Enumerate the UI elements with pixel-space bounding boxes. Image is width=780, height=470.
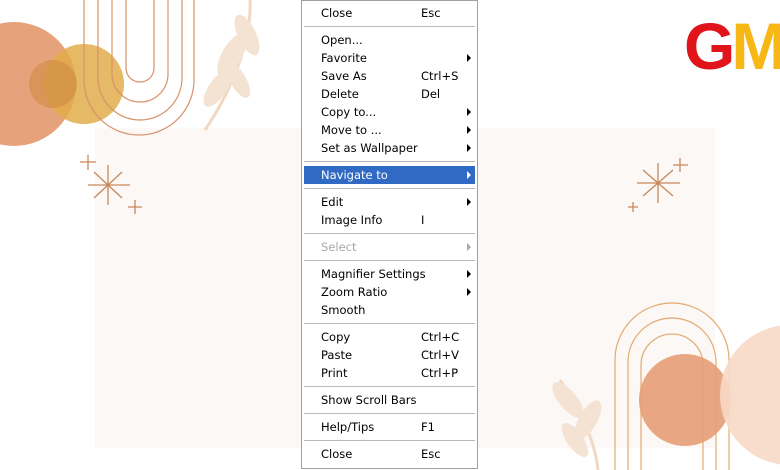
- decor-circle-bottom: [639, 354, 731, 446]
- menu-item-label: Image Info: [321, 213, 383, 227]
- submenu-arrow-icon: [467, 171, 471, 179]
- menu-item-shortcut: Esc: [421, 6, 441, 20]
- menu-item-open[interactable]: Open...: [302, 31, 477, 49]
- menu-item-close[interactable]: Close Esc: [302, 445, 477, 463]
- menu-item-edit[interactable]: Edit: [302, 193, 477, 211]
- menu-separator: [302, 157, 477, 166]
- menu-separator: [302, 382, 477, 391]
- menu-item-label: Select: [321, 240, 357, 254]
- menu-item-label: Move to ...: [321, 123, 382, 137]
- menu-item-label: Close: [321, 447, 353, 461]
- menu-item-smooth[interactable]: Smooth: [302, 301, 477, 319]
- menu-item-zoom-ratio[interactable]: Zoom Ratio: [302, 283, 477, 301]
- menu-item-shortcut: Ctrl+S: [421, 69, 459, 83]
- menu-item-move-to[interactable]: Move to ...: [302, 121, 477, 139]
- menu-item-show-scroll-bars[interactable]: Show Scroll Bars: [302, 391, 477, 409]
- menu-item-label: Edit: [321, 195, 344, 209]
- brand-logo: GM: [684, 14, 780, 78]
- submenu-arrow-icon: [467, 198, 471, 206]
- menu-item-label: Set as Wallpaper: [321, 141, 418, 155]
- menu-separator: [302, 319, 477, 328]
- menu-item-shortcut: Ctrl+P: [421, 366, 459, 380]
- menu-item-label: Show Scroll Bars: [321, 393, 417, 407]
- submenu-arrow-icon: [467, 288, 471, 296]
- menu-separator: [302, 256, 477, 265]
- menu-item-label: Magnifier Settings: [321, 267, 426, 281]
- menu-item-magnifier-settings[interactable]: Magnifier Settings: [302, 265, 477, 283]
- menu-item-label: Close: [321, 6, 353, 20]
- menu-item-paste[interactable]: Paste Ctrl+V: [302, 346, 477, 364]
- menu-separator: [302, 229, 477, 238]
- menu-item-help-tips[interactable]: Help/Tips F1: [302, 418, 477, 436]
- menu-item-navigate-to[interactable]: Navigate to: [304, 166, 475, 184]
- menu-item-shortcut: F1: [421, 420, 435, 434]
- menu-separator: [302, 184, 477, 193]
- menu-item-label: Save As: [321, 69, 367, 83]
- submenu-arrow-icon: [467, 270, 471, 278]
- menu-item-label: Favorite: [321, 51, 367, 65]
- menu-item-label: Zoom Ratio: [321, 285, 388, 299]
- menu-item-copy[interactable]: Copy Ctrl+C: [302, 328, 477, 346]
- menu-item-select: Select: [302, 238, 477, 256]
- menu-item-shortcut: Ctrl+V: [421, 348, 459, 362]
- submenu-arrow-icon: [467, 54, 471, 62]
- menu-item-label: Copy to...: [321, 105, 377, 119]
- menu-item-label: Help/Tips: [321, 420, 375, 434]
- menu-item-print[interactable]: Print Ctrl+P: [302, 364, 477, 382]
- menu-separator: [302, 436, 477, 445]
- decor-circle-overlap: [29, 60, 77, 108]
- menu-separator: [302, 22, 477, 31]
- submenu-arrow-icon: [467, 126, 471, 134]
- menu-item-label: Paste: [321, 348, 353, 362]
- menu-item-set-as-wallpaper[interactable]: Set as Wallpaper: [302, 139, 477, 157]
- menu-item-label: Delete: [321, 87, 359, 101]
- menu-item-shortcut: I: [421, 213, 425, 227]
- menu-item-label: Copy: [321, 330, 351, 344]
- logo-letter-m: M: [731, 14, 780, 78]
- menu-item-shortcut: Esc: [421, 447, 441, 461]
- context-menu: Close Esc Open... Favorite Save As Ctrl+S Dele…: [301, 0, 478, 469]
- menu-item-image-info[interactable]: Image Info I: [302, 211, 477, 229]
- submenu-arrow-icon: [467, 243, 471, 251]
- menu-item-close[interactable]: Close Esc: [302, 4, 477, 22]
- menu-item-label: Smooth: [321, 303, 366, 317]
- logo-letter-g: G: [684, 14, 735, 78]
- menu-item-label: Navigate to: [321, 168, 388, 182]
- menu-item-save-as[interactable]: Save As Ctrl+S: [302, 67, 477, 85]
- menu-separator: [302, 409, 477, 418]
- menu-item-shortcut: Del: [421, 87, 441, 101]
- submenu-arrow-icon: [467, 144, 471, 152]
- menu-item-copy-to[interactable]: Copy to...: [302, 103, 477, 121]
- menu-item-label: Print: [321, 366, 348, 380]
- submenu-arrow-icon: [467, 108, 471, 116]
- leaf-icon: [203, 0, 260, 131]
- menu-item-label: Open...: [321, 33, 363, 47]
- menu-item-shortcut: Ctrl+C: [421, 330, 460, 344]
- menu-item-delete[interactable]: Delete Del: [302, 85, 477, 103]
- menu-item-favorite[interactable]: Favorite: [302, 49, 477, 67]
